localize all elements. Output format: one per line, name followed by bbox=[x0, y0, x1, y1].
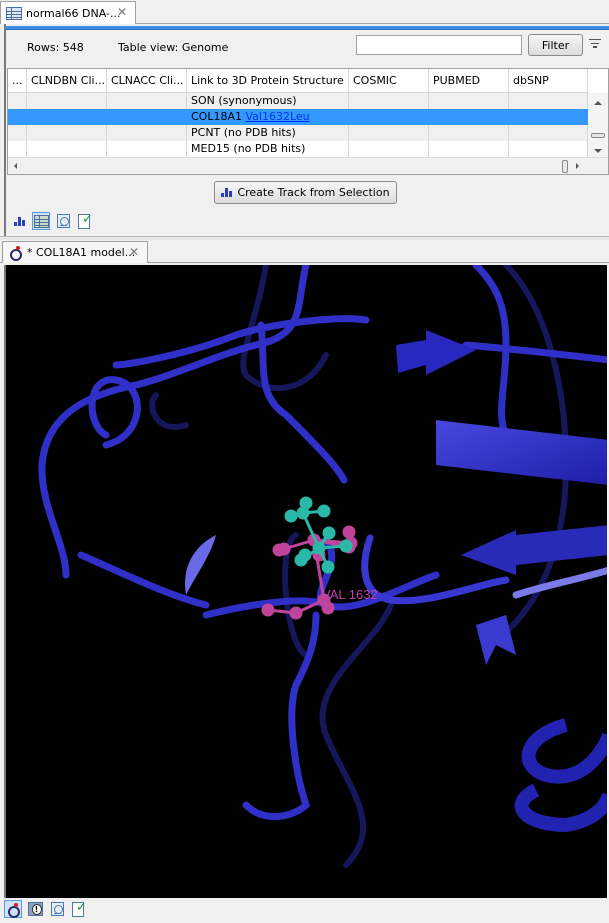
structure-view-switcher bbox=[4, 900, 88, 918]
column-header-clndbn[interactable]: CLNDBN Cli... bbox=[27, 69, 107, 93]
table-cell: MED15 (no PDB hits) bbox=[187, 141, 349, 157]
protein-helix bbox=[514, 718, 607, 833]
table-row[interactable]: PCNT (no PDB hits) bbox=[8, 125, 588, 141]
table-row-selected[interactable]: COL18A1 Val1632Leu bbox=[8, 109, 588, 125]
table-body: SON (synonymous) COL18A1 Val1632Leu PCNT… bbox=[8, 93, 588, 157]
issues-icon[interactable] bbox=[26, 900, 44, 918]
table-cell bbox=[27, 93, 107, 109]
create-track-label: Create Track from Selection bbox=[237, 186, 390, 199]
table-cell bbox=[27, 109, 107, 125]
table-cell bbox=[349, 93, 429, 109]
column-header-cosmic[interactable]: COSMIC bbox=[349, 69, 429, 93]
track-view-icon[interactable] bbox=[10, 212, 28, 230]
structure-link[interactable]: Val1632Leu bbox=[245, 110, 309, 123]
table-cell bbox=[349, 141, 429, 157]
column-header-pubmed[interactable]: PUBMED bbox=[429, 69, 509, 93]
scroll-left-icon[interactable] bbox=[14, 163, 17, 169]
top-editor-tabbar: normal66 DNA-... ✕ bbox=[0, 0, 609, 24]
rows-count: Rows: 548 bbox=[27, 41, 84, 54]
table-cell bbox=[509, 125, 588, 141]
table-cell bbox=[8, 125, 27, 141]
scroll-thumb[interactable] bbox=[591, 133, 605, 138]
molecule-icon bbox=[9, 246, 22, 261]
table-cell bbox=[107, 93, 187, 109]
table-cell bbox=[8, 109, 27, 125]
tab-structure-editor[interactable]: * COL18A1 model... ✕ bbox=[2, 241, 148, 263]
scroll-right-icon[interactable] bbox=[576, 163, 579, 169]
table-cell bbox=[509, 141, 588, 157]
table-cell: COL18A1 Val1632Leu bbox=[187, 109, 349, 125]
table-cell bbox=[509, 93, 588, 109]
table-cell bbox=[8, 141, 27, 157]
table-header: ... CLNDBN Cli... CLNACC Cli... Link to … bbox=[8, 69, 588, 93]
variant-table: ... CLNDBN Cli... CLNACC Cli... Link to … bbox=[7, 68, 609, 175]
scroll-down-icon[interactable] bbox=[594, 149, 602, 153]
scroll-up-icon[interactable] bbox=[594, 101, 602, 105]
3d-structure-viewer[interactable]: VAL 1632 bbox=[4, 265, 607, 898]
table-cell bbox=[429, 93, 509, 109]
column-header[interactable]: ... bbox=[8, 69, 27, 93]
table-cell bbox=[429, 109, 509, 125]
tab-title: * COL18A1 model... bbox=[27, 246, 136, 259]
validation-icon[interactable] bbox=[70, 900, 88, 918]
history-icon[interactable] bbox=[54, 212, 72, 230]
table-cell bbox=[509, 109, 588, 125]
table-view-switcher bbox=[10, 212, 94, 230]
table-cell bbox=[8, 93, 27, 109]
table-cell bbox=[27, 125, 107, 141]
column-header-dbsnp[interactable]: dbSNP bbox=[509, 69, 588, 93]
scroll-thumb[interactable] bbox=[562, 160, 568, 173]
residue-label: VAL 1632 bbox=[322, 587, 378, 602]
close-icon[interactable]: ✕ bbox=[117, 5, 127, 19]
table-cell bbox=[429, 141, 509, 157]
column-header-clnacc[interactable]: CLNACC Cli... bbox=[107, 69, 187, 93]
table-editor-panel: Rows: 548 Table view: Genome Filter ... … bbox=[4, 24, 609, 236]
filter-button[interactable]: Filter bbox=[528, 34, 583, 56]
table-cell: SON (synonymous) bbox=[187, 93, 349, 109]
table-cell bbox=[107, 141, 187, 157]
tab-title: normal66 DNA-... bbox=[26, 6, 121, 20]
create-track-button[interactable]: Create Track from Selection bbox=[214, 181, 397, 204]
table-cell bbox=[349, 109, 429, 125]
horizontal-scrollbar[interactable] bbox=[8, 157, 608, 174]
table-row[interactable]: SON (synonymous) bbox=[8, 93, 588, 109]
history-icon[interactable] bbox=[48, 900, 66, 918]
track-icon bbox=[221, 188, 233, 197]
active-editor-indicator bbox=[6, 26, 609, 30]
table-cell bbox=[107, 125, 187, 141]
close-icon[interactable]: ✕ bbox=[129, 245, 139, 259]
structure-editor-tabbar: * COL18A1 model... ✕ bbox=[0, 240, 609, 263]
vertical-scrollbar[interactable] bbox=[588, 93, 608, 157]
table-cell bbox=[27, 141, 107, 157]
table-cell bbox=[107, 109, 187, 125]
protein-render bbox=[38, 265, 607, 868]
table-cell: PCNT (no PDB hits) bbox=[187, 125, 349, 141]
3d-view-icon[interactable] bbox=[4, 900, 22, 918]
gene-name: COL18A1 bbox=[191, 110, 246, 123]
table-view-label: Table view: Genome bbox=[118, 41, 229, 54]
table-view-icon[interactable] bbox=[32, 212, 50, 230]
column-header-3d-structure[interactable]: Link to 3D Protein Structure bbox=[187, 69, 349, 93]
table-row[interactable]: MED15 (no PDB hits) bbox=[8, 141, 588, 157]
filter-options-icon[interactable] bbox=[589, 38, 601, 50]
table-cell bbox=[349, 125, 429, 141]
tab-table-editor[interactable]: normal66 DNA-... ✕ bbox=[0, 1, 136, 24]
table-cell bbox=[429, 125, 509, 141]
table-icon bbox=[6, 6, 22, 20]
filter-input[interactable] bbox=[356, 35, 522, 55]
validation-icon[interactable] bbox=[76, 212, 94, 230]
